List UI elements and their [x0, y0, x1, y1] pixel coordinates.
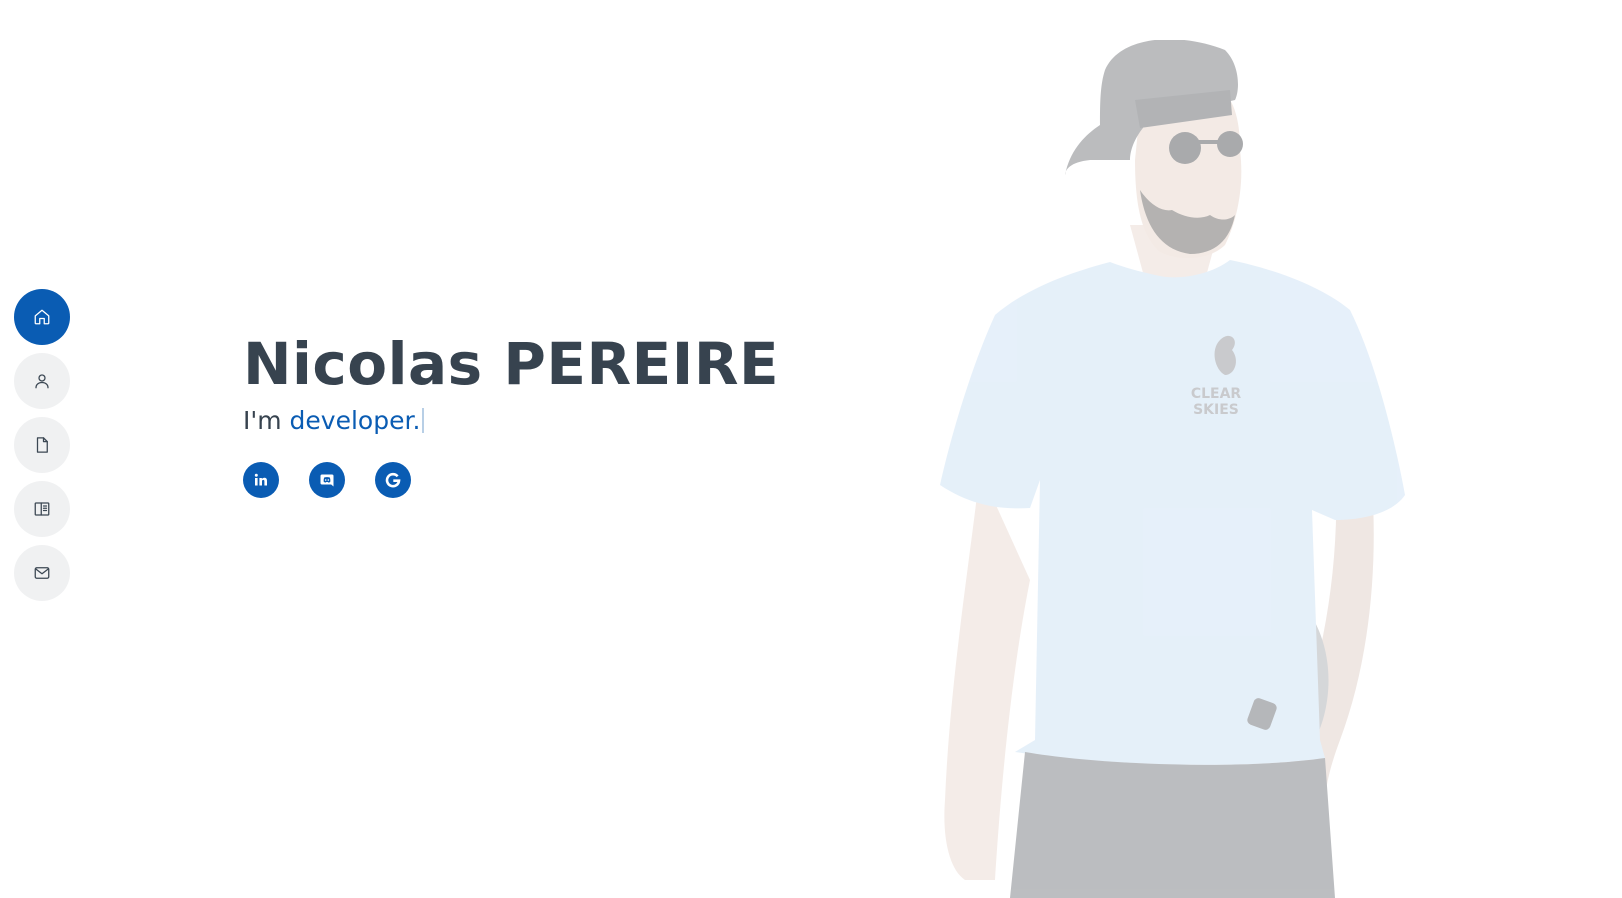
- portrait-image: CLEAR SKIES: [940, 40, 1480, 898]
- mail-icon: [34, 567, 50, 579]
- file-icon: [36, 437, 48, 453]
- nav-about-button[interactable]: [14, 353, 70, 409]
- home-icon: [34, 309, 50, 325]
- page: Nicolas PEREIRE I'm developer. CLEAR SKI…: [0, 0, 1622, 898]
- nav-resume-button[interactable]: [14, 417, 70, 473]
- hero-role: developer.: [289, 406, 421, 435]
- discord-icon: [320, 474, 334, 487]
- google-button[interactable]: [375, 462, 411, 498]
- hero-subtitle: I'm developer.: [243, 402, 779, 440]
- typing-caret: [422, 408, 425, 433]
- hero-name: Nicolas PEREIRE: [243, 330, 780, 398]
- discord-button[interactable]: [309, 462, 345, 498]
- social-links: [243, 462, 779, 498]
- nav-portfolio-button[interactable]: [14, 481, 70, 537]
- linkedin-button[interactable]: [243, 462, 279, 498]
- hero: Nicolas PEREIRE I'm developer.: [243, 328, 779, 498]
- book-open-icon: [34, 502, 50, 516]
- nav-home-button[interactable]: [14, 289, 70, 345]
- google-icon: [385, 472, 401, 488]
- linkedin-icon: [254, 473, 267, 486]
- side-nav: [14, 289, 70, 601]
- hero-intro: I'm: [243, 406, 290, 435]
- user-icon: [35, 374, 49, 389]
- nav-contact-button[interactable]: [14, 545, 70, 601]
